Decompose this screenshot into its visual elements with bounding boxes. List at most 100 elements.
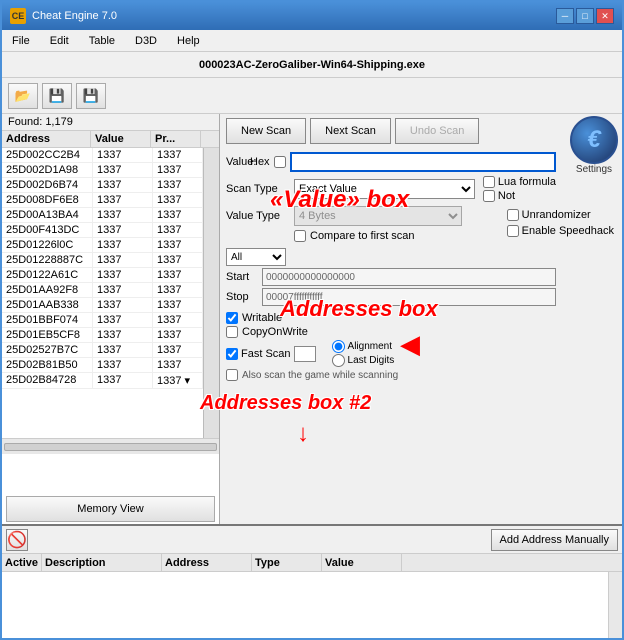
fast-scan-label: Fast Scan (241, 348, 291, 360)
compare-label: Compare to first scan (310, 230, 415, 242)
col-active: Active (2, 554, 42, 571)
table-row[interactable]: 25D01AA92F813371337 (2, 283, 203, 298)
compare-checkbox[interactable] (294, 230, 306, 242)
menu-file[interactable]: File (6, 33, 36, 49)
undo-scan-button[interactable]: Undo Scan (395, 118, 479, 144)
table-row[interactable]: 25D008DF6E813371337 (2, 193, 203, 208)
also-scan-row: Also scan the game while scanning (226, 369, 556, 381)
table-row[interactable]: 25D01EB5CF813371337 (2, 328, 203, 343)
filter-select[interactable]: All (226, 248, 286, 266)
cell-addr: 25D002CC2B4 (2, 148, 93, 162)
delete-button[interactable]: 🚫 (6, 529, 28, 551)
value-label: Value: (226, 156, 256, 168)
table-rows: 25D002CC2B413371337 25D002D1A9813371337 … (2, 148, 203, 438)
speedhack-checkbox[interactable] (507, 225, 519, 237)
fast-scan-row: Fast Scan 4 Alignment Last Digits (226, 340, 556, 367)
table-row[interactable]: 25D01AAB33813371337 (2, 298, 203, 313)
lower-scrollbar[interactable] (608, 572, 622, 640)
alignment-radio[interactable] (332, 340, 345, 353)
vertical-scrollbar[interactable] (203, 148, 219, 438)
menu-edit[interactable]: Edit (44, 33, 75, 49)
next-scan-button[interactable]: Next Scan (310, 118, 391, 144)
maximize-button[interactable]: □ (576, 8, 594, 24)
also-scan-checkbox[interactable] (226, 369, 238, 381)
menu-table[interactable]: Table (83, 33, 121, 49)
address-table: Address Value Pr... 25D002CC2B413371337 … (2, 131, 219, 494)
copy-on-write-label: CopyOnWrite (242, 326, 308, 338)
right-options: Unrandomizer Enable Speedhack (507, 209, 614, 237)
col-address-lower: Address (162, 554, 252, 571)
toolbar-save-button[interactable]: 💾 (42, 83, 72, 109)
found-bar: Found: 1,179 (2, 114, 219, 131)
close-button[interactable]: ✕ (596, 8, 614, 24)
table-row[interactable]: 25D01228887C13371337 (2, 253, 203, 268)
scan-type-select[interactable]: Exact Value (294, 179, 475, 199)
value-type-select[interactable]: 4 Bytes (294, 206, 462, 226)
col-address: Address (2, 131, 91, 147)
title-bar: CE Cheat Engine 7.0 ─ □ ✕ (2, 2, 622, 30)
col-description: Description (42, 554, 162, 571)
toolbar: 📂 💾 💾 (2, 78, 622, 114)
toolbar-view-button[interactable]: 💾 (76, 83, 106, 109)
menu-d3d[interactable]: D3D (129, 33, 163, 49)
writable-checkbox[interactable] (226, 312, 238, 324)
range-panel: All Start Stop (226, 248, 616, 306)
fast-scan-number[interactable]: 4 (294, 346, 316, 362)
col-scroll (201, 131, 219, 147)
lua-formula-checkbox[interactable] (483, 176, 495, 188)
writable-label: Writable (242, 312, 282, 324)
new-scan-button[interactable]: New Scan (226, 118, 306, 144)
ce-logo[interactable]: € (570, 116, 618, 164)
start-input[interactable] (262, 268, 556, 286)
toolbar-open-button[interactable]: 📂 (8, 83, 38, 109)
table-row[interactable]: 25D02B8472813371337 ▾ (2, 373, 203, 389)
writable-row: Writable (226, 312, 556, 324)
hex-checkbox[interactable] (274, 156, 286, 168)
last-digits-radio[interactable] (332, 354, 345, 367)
value-row: Value: Hex 1337 (226, 150, 616, 172)
table-row[interactable]: 25D02527B7C13371337 (2, 343, 203, 358)
unrandomizer-label: Unrandomizer (522, 209, 591, 221)
not-checkbox[interactable] (483, 190, 495, 202)
col-value: Value (91, 131, 151, 147)
memory-view-button[interactable]: Memory View (6, 496, 215, 522)
scan-suboptions: Writable CopyOnWrite Fast Scan 4 (226, 312, 616, 381)
start-label: Start (226, 271, 258, 283)
table-row[interactable]: 25D01BBF07413371337 (2, 313, 203, 328)
settings-label[interactable]: Settings (576, 164, 612, 175)
col-value-lower: Value (322, 554, 402, 571)
table-row[interactable]: 25D0122A61C13371337 (2, 268, 203, 283)
lower-table-content (2, 572, 608, 640)
main-split: Found: 1,179 Address Value Pr... 25D002C… (2, 114, 622, 524)
process-bar: 000023AC-ZeroGaliber-Win64-Shipping.exe (2, 52, 622, 78)
value-input[interactable]: 1337 (290, 152, 556, 172)
lua-formula-label: Lua formula (498, 176, 556, 188)
lower-area: 🚫 Add Address Manually Active Descriptio… (2, 524, 622, 640)
lua-formula-row: Lua formula (483, 176, 556, 188)
menu-bar: File Edit Table D3D Help (2, 30, 622, 52)
table-row[interactable]: 25D01226l0C13371337 (2, 238, 203, 253)
scan-type-label: Scan Type (226, 183, 290, 195)
lower-toolbar: 🚫 Add Address Manually (2, 526, 622, 554)
minimize-button[interactable]: ─ (556, 8, 574, 24)
scan-type-row: Scan Type Exact Value Lua formula Not (226, 176, 616, 202)
app-icon: CE (10, 8, 26, 24)
title-bar-controls: ─ □ ✕ (556, 8, 614, 24)
left-panel: Found: 1,179 Address Value Pr... 25D002C… (2, 114, 220, 524)
unrandomizer-checkbox[interactable] (507, 209, 519, 221)
table-row[interactable]: 25D002D1A9813371337 (2, 163, 203, 178)
table-row[interactable]: 25D002D6B7413371337 (2, 178, 203, 193)
table-header: Address Value Pr... (2, 131, 219, 148)
col-type: Type (252, 554, 322, 571)
horizontal-scrollbar[interactable] (2, 438, 219, 454)
table-row[interactable]: 25D002CC2B413371337 (2, 148, 203, 163)
add-address-button[interactable]: Add Address Manually (491, 529, 618, 551)
menu-help[interactable]: Help (171, 33, 206, 49)
table-row[interactable]: 25D02B81B5013371337 (2, 358, 203, 373)
table-row[interactable]: 25D00F413DC13371337 (2, 223, 203, 238)
stop-input[interactable] (262, 288, 556, 306)
speedhack-label: Enable Speedhack (522, 225, 614, 237)
table-row[interactable]: 25D00A13BA413371337 (2, 208, 203, 223)
fast-scan-checkbox[interactable] (226, 348, 238, 360)
copy-on-write-checkbox[interactable] (226, 326, 238, 338)
